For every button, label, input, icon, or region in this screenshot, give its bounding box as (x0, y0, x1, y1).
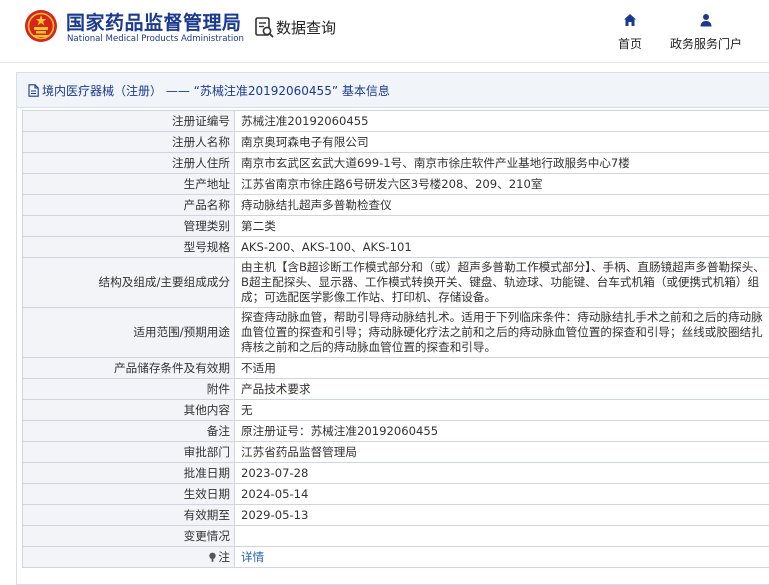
table-row: 产品名称 痔动脉结扎超声多普勒检查仪 (22, 194, 769, 216)
field-label: 生效日期 (22, 483, 235, 505)
table-row: 产品储存条件及有效期 不适用 (22, 357, 769, 379)
note-label-text: 注 (218, 550, 230, 564)
table-row: 适用范围/预期用途 探查痔动脉血管，帮助引导痔动脉结扎术。适用于下列临床条件：痔… (22, 307, 769, 358)
agency-name-english: National Medical Products Administration (67, 34, 244, 44)
nav-services-link[interactable]: 政务服务门户 (664, 12, 748, 52)
field-value: 2029-05-13 (234, 504, 769, 526)
field-label: 结构及组成/主要组成成分 (22, 257, 235, 308)
table-row: 其他内容 无 (22, 399, 769, 421)
field-label: 型号规格 (22, 236, 235, 258)
table-row: 生产地址 江苏省南京市徐庄路6号研发六区3号楼208、209、210室 (22, 173, 769, 195)
table-row: 型号规格 AKS-200、AKS-100、AKS-101 (22, 236, 769, 258)
table-row: 备注 原注册证号：苏械注准20192060455 (22, 420, 769, 442)
field-value: 苏械注准20192060455 (234, 110, 769, 132)
nav-home-label: 首页 (617, 37, 642, 51)
table-row: 管理类别 第二类 (22, 215, 769, 237)
table-row: 注册人名称 南京奥珂森电子有限公司 (22, 131, 769, 153)
data-query-icon (255, 17, 274, 38)
table-row: 结构及组成/主要组成成分 由主机【含B超诊断工作模式部分和（或）超声多普勒工作模… (22, 257, 769, 308)
field-value: 痔动脉结扎超声多普勒检查仪 (234, 194, 769, 216)
field-label: 注册人名称 (22, 131, 235, 153)
field-label: 适用范围/预期用途 (22, 307, 235, 358)
field-value: 产品技术要求 (234, 378, 769, 400)
field-label: 批准日期 (22, 462, 235, 484)
field-value: 由主机【含B超诊断工作模式部分和（或）超声多普勒工作模式部分】、手柄、直肠镜超声… (234, 257, 769, 308)
agency-name: 国家药品监督管理局 (66, 12, 242, 34)
field-value: 不适用 (234, 357, 769, 379)
table-row: 注 详情 (22, 546, 769, 568)
field-label: 变更情况 (22, 525, 235, 547)
field-label: 有效期至 (22, 504, 235, 526)
field-value: 江苏省药品监督管理局 (234, 441, 769, 463)
field-label: 附件 (22, 378, 235, 400)
field-value: 南京市玄武区玄武大道699-1号、南京市徐庄软件产业基地行政服务中心7楼 (234, 152, 769, 174)
details-link[interactable]: 详情 (241, 550, 264, 564)
user-icon (700, 14, 712, 27)
field-label: 产品储存条件及有效期 (22, 357, 235, 379)
field-label: 注册人住所 (22, 152, 235, 174)
table-row: 批准日期 2023-07-28 (22, 462, 769, 484)
field-value: 2024-05-14 (234, 483, 769, 505)
field-value: 江苏省南京市徐庄路6号研发六区3号楼208、209、210室 (234, 173, 769, 195)
field-value (234, 525, 769, 547)
field-value: 无 (234, 399, 769, 421)
detail-panel: 境内医疗器械（注册） —— “苏械注准20192060455” 基本信息 注册证… (16, 72, 769, 585)
field-label: 备注 (22, 420, 235, 442)
table-row: 变更情况 (22, 525, 769, 547)
table-row: 有效期至 2029-05-13 (22, 504, 769, 526)
field-value: 原注册证号：苏械注准20192060455 (234, 420, 769, 442)
field-value: 探查痔动脉血管，帮助引导痔动脉结扎术。适用于下列临床条件：痔动脉结扎手术之前和之… (234, 307, 769, 358)
field-label: 注册证编号 (22, 110, 235, 132)
document-icon (28, 84, 39, 97)
table-row: 附件 产品技术要求 (22, 378, 769, 400)
site-header: 国家药品监督管理局 National Medical Products Admi… (0, 0, 769, 63)
national-emblem-icon (25, 10, 57, 42)
field-label: 产品名称 (22, 194, 235, 216)
table-row: 审批部门 江苏省药品监督管理局 (22, 441, 769, 463)
nav-services-label: 政务服务门户 (669, 37, 742, 51)
panel-header: 境内医疗器械（注册） —— “苏械注准20192060455” 基本信息 (17, 73, 769, 108)
note-icon (209, 552, 217, 562)
registration-info-table: 注册证编号 苏械注准20192060455 注册人名称 南京奥珂森电子有限公司 … (22, 110, 769, 568)
field-value: 第二类 (234, 215, 769, 237)
field-label: 其他内容 (22, 399, 235, 421)
field-label: 审批部门 (22, 441, 235, 463)
field-value: 2023-07-28 (234, 462, 769, 484)
table-row: 注册人住所 南京市玄武区玄武大道699-1号、南京市徐庄软件产业基地行政服务中心… (22, 152, 769, 174)
note-label: 注 (22, 546, 235, 568)
field-label: 管理类别 (22, 215, 235, 237)
table-row: 生效日期 2024-05-14 (22, 483, 769, 505)
table-row: 注册证编号 苏械注准20192060455 (22, 110, 769, 132)
field-value: AKS-200、AKS-100、AKS-101 (234, 236, 769, 258)
note-value: 详情 (234, 546, 769, 568)
panel-title: 境内医疗器械（注册） —— “苏械注准20192060455” 基本信息 (42, 84, 390, 98)
field-label: 生产地址 (22, 173, 235, 195)
nav-home-link[interactable]: 首页 (610, 12, 650, 52)
home-icon (624, 14, 636, 26)
field-value: 南京奥珂森电子有限公司 (234, 131, 769, 153)
data-query-title: 数据查询 (276, 19, 337, 37)
